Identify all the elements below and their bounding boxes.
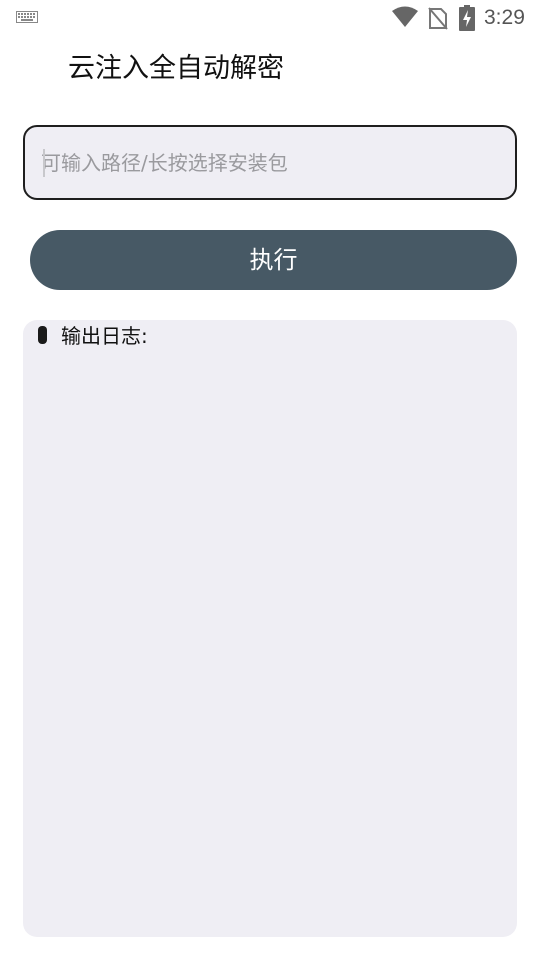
path-input-container[interactable]	[23, 125, 517, 200]
status-time: 3:29	[484, 6, 525, 29]
text-cursor	[43, 149, 45, 177]
battery-charging-icon	[459, 5, 475, 31]
keyboard-icon	[16, 11, 38, 23]
status-bar: 3:29	[0, 0, 540, 36]
wifi-icon	[392, 6, 418, 27]
log-panel: 输出日志:	[23, 320, 517, 937]
execute-button[interactable]: 执行	[30, 230, 517, 290]
no-sim-icon	[428, 7, 448, 30]
path-input[interactable]	[41, 127, 501, 198]
log-marker-icon	[38, 326, 47, 344]
log-label: 输出日志:	[61, 324, 148, 348]
page-title: 云注入全自动解密	[68, 53, 284, 84]
